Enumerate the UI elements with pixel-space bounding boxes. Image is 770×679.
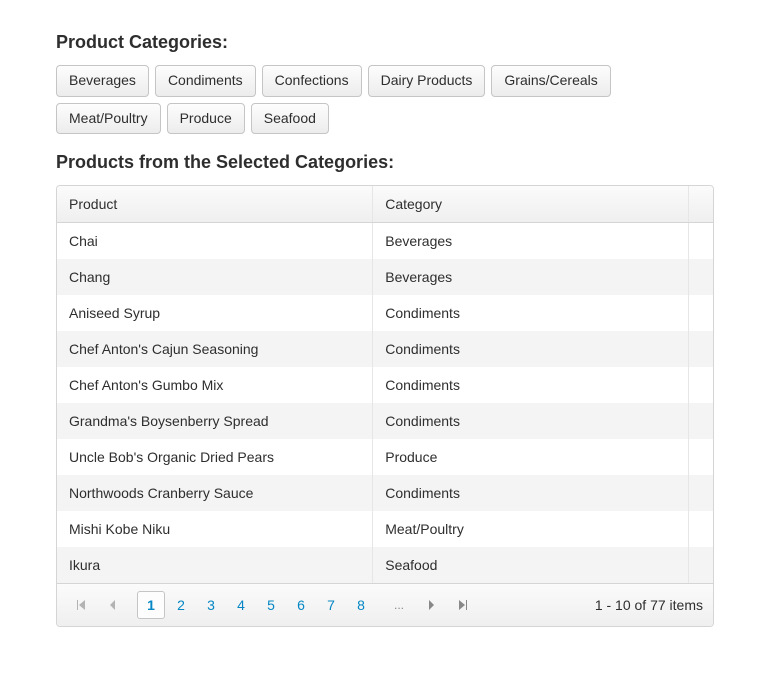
pager-page[interactable]: 4 [227,591,255,619]
table-row[interactable]: Northwoods Cranberry SauceCondiments [57,475,713,511]
cell-product: Uncle Bob's Organic Dried Pears [57,439,373,475]
cell-empty [688,259,713,295]
pager-next-button[interactable] [417,591,445,619]
seek-first-icon [76,597,86,613]
cell-empty [688,295,713,331]
category-button[interactable]: Grains/Cereals [491,65,610,97]
cell-empty [688,223,713,260]
category-button[interactable]: Beverages [56,65,149,97]
cell-category: Produce [373,439,689,475]
table-row[interactable]: Aniseed SyrupCondiments [57,295,713,331]
cell-product: Chef Anton's Cajun Seasoning [57,331,373,367]
cell-empty [688,331,713,367]
pager-page[interactable]: 6 [287,591,315,619]
products-grid: Product Category ChaiBeveragesChangBever… [56,185,714,627]
category-button[interactable]: Seafood [251,103,329,135]
chevron-left-icon [108,597,118,613]
table-row[interactable]: Mishi Kobe NikuMeat/Poultry [57,511,713,547]
category-button[interactable]: Condiments [155,65,256,97]
column-header-category[interactable]: Category [373,186,689,223]
cell-category: Condiments [373,367,689,403]
cell-category: Condiments [373,475,689,511]
pager-page[interactable]: 2 [167,591,195,619]
cell-product: Northwoods Cranberry Sauce [57,475,373,511]
category-button-group: BeveragesCondimentsConfectionsDairy Prod… [56,65,714,134]
pager-page[interactable]: 3 [197,591,225,619]
cell-category: Meat/Poultry [373,511,689,547]
cell-empty [688,475,713,511]
column-header-product[interactable]: Product [57,186,373,223]
cell-category: Condiments [373,331,689,367]
cell-product: Grandma's Boysenberry Spread [57,403,373,439]
category-button[interactable]: Dairy Products [368,65,486,97]
table-row[interactable]: Chef Anton's Cajun SeasoningCondiments [57,331,713,367]
pager-page[interactable]: 7 [317,591,345,619]
cell-product: Mishi Kobe Niku [57,511,373,547]
more-horizontal-icon: ... [394,599,404,611]
table-row[interactable]: ChaiBeverages [57,223,713,260]
pager-left: 12345678 ... [67,591,477,619]
table-row[interactable]: Chef Anton's Gumbo MixCondiments [57,367,713,403]
pager: 12345678 ... 1 - 10 of 77 items [57,583,713,626]
seek-last-icon [458,597,468,613]
table-row[interactable]: ChangBeverages [57,259,713,295]
cell-category: Beverages [373,223,689,260]
cell-empty [688,511,713,547]
cell-empty [688,547,713,583]
pager-info: 1 - 10 of 77 items [595,597,703,613]
category-button[interactable]: Meat/Poultry [56,103,161,135]
cell-category: Seafood [373,547,689,583]
heading-categories: Product Categories: [56,32,714,53]
pager-more-button[interactable]: ... [385,591,413,619]
pager-last-button[interactable] [449,591,477,619]
category-button[interactable]: Produce [167,103,245,135]
pager-prev-button[interactable] [99,591,127,619]
cell-product: Ikura [57,547,373,583]
pager-page[interactable]: 5 [257,591,285,619]
table-row[interactable]: Uncle Bob's Organic Dried PearsProduce [57,439,713,475]
pager-first-button[interactable] [67,591,95,619]
pager-page[interactable]: 1 [137,591,165,619]
cell-product: Chai [57,223,373,260]
cell-category: Beverages [373,259,689,295]
cell-product: Aniseed Syrup [57,295,373,331]
pager-page-list: 12345678 [137,591,375,619]
pager-page[interactable]: 8 [347,591,375,619]
cell-product: Chang [57,259,373,295]
cell-empty [688,403,713,439]
grid-header-row: Product Category [57,186,713,223]
cell-product: Chef Anton's Gumbo Mix [57,367,373,403]
table-row[interactable]: IkuraSeafood [57,547,713,583]
chevron-right-icon [426,597,436,613]
cell-empty [688,439,713,475]
column-header-empty [688,186,713,223]
cell-category: Condiments [373,295,689,331]
heading-products: Products from the Selected Categories: [56,152,714,173]
cell-empty [688,367,713,403]
table-row[interactable]: Grandma's Boysenberry SpreadCondiments [57,403,713,439]
cell-category: Condiments [373,403,689,439]
category-button[interactable]: Confections [262,65,362,97]
